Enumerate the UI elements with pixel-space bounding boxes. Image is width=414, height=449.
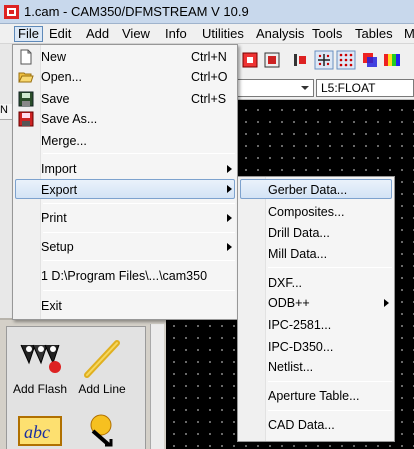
color-fill-icon[interactable] — [360, 50, 380, 70]
submenu-arrow-icon — [384, 299, 389, 307]
tool-panel: Add Flash Add Line abc — [0, 318, 166, 449]
export-item-mill-data[interactable]: Mill Data... — [240, 244, 392, 264]
add-text-icon: abc — [18, 416, 62, 446]
rainbow-icon[interactable] — [382, 50, 402, 70]
menu-separator — [43, 290, 235, 291]
submenu-arrow-icon — [227, 185, 232, 193]
menu-item-merge[interactable]: Merge... — [15, 131, 235, 151]
menu-tools[interactable]: Tools — [309, 26, 345, 42]
menu-item-import[interactable]: Import — [15, 159, 235, 179]
menu-analysis[interactable]: Analysis — [253, 26, 307, 42]
export-item-dxf[interactable]: DXF... — [240, 273, 392, 293]
export-item-cad-data[interactable]: CAD Data... — [240, 415, 392, 435]
stop-icon[interactable] — [240, 50, 260, 70]
save-as-icon — [18, 111, 34, 127]
menu-item-exit[interactable]: Exit — [15, 296, 235, 316]
menu-view[interactable]: View — [119, 26, 153, 42]
export-submenu: Gerber Data... Composites... Drill Data.… — [237, 176, 395, 442]
tool-add-polygon[interactable] — [71, 411, 133, 449]
menu-edit[interactable]: Edit — [46, 26, 74, 42]
menu-separator — [43, 232, 235, 233]
menu-item-setup[interactable]: Setup — [15, 237, 235, 257]
tool-add-flash[interactable]: Add Flash — [9, 339, 71, 396]
toolbar — [236, 44, 414, 76]
window-title: 1.cam - CAM350/DFMSTREAM V 10.9 — [24, 4, 249, 19]
export-item-ipc-d350[interactable]: IPC-D350... — [240, 337, 392, 357]
menu-file[interactable]: File — [14, 26, 43, 42]
tool-label: Add Line — [78, 382, 126, 396]
svg-text:abc: abc — [24, 422, 50, 442]
menu-separator — [268, 267, 392, 268]
tool-panel-inner: Add Flash Add Line abc — [6, 326, 146, 449]
export-item-drill-data[interactable]: Drill Data... — [240, 223, 392, 243]
tool-panel-scrollbar[interactable] — [150, 324, 164, 449]
menu-tables[interactable]: Tables — [352, 26, 396, 42]
export-item-aperture-table[interactable]: Aperture Table... — [240, 386, 392, 406]
menu-info[interactable]: Info — [162, 26, 190, 42]
submenu-arrow-icon — [227, 243, 232, 251]
menu-bar: File Edit Add View Info Utilities Analys… — [0, 24, 414, 44]
menu-separator — [43, 153, 235, 154]
file-menu: New Ctrl+N Open... Ctrl+O Save Ctrl+S Sa… — [12, 44, 238, 320]
export-item-ipc-2581[interactable]: IPC-2581... — [240, 315, 392, 335]
grid-dots-icon[interactable] — [336, 50, 356, 70]
menu-item-print[interactable]: Print — [15, 208, 235, 228]
menu-separator — [268, 381, 392, 382]
step-icon[interactable] — [290, 50, 310, 70]
new-file-icon — [20, 49, 32, 65]
layer-icon[interactable] — [262, 50, 282, 70]
tool-add-line[interactable]: Add Line — [71, 339, 133, 396]
menu-separator — [43, 260, 235, 261]
menu-item-open[interactable]: Open... Ctrl+O — [15, 67, 235, 87]
add-polygon-icon — [90, 414, 113, 447]
menu-item-recent-file[interactable]: 1 D:\Program Files\...\cam350 — [15, 266, 235, 286]
save-disk-icon — [18, 91, 34, 107]
chevron-down-icon — [301, 86, 309, 90]
app-icon — [4, 5, 19, 19]
tool-add-text[interactable]: abc — [9, 411, 71, 449]
export-item-gerber-data[interactable]: Gerber Data... — [240, 179, 392, 199]
submenu-arrow-icon — [227, 165, 232, 173]
menu-separator — [268, 410, 392, 411]
layer-selector[interactable] — [236, 79, 314, 97]
export-item-odb[interactable]: ODB++ — [240, 293, 392, 313]
menu-item-export[interactable]: Export — [15, 179, 235, 199]
menu-more[interactable]: M — [401, 26, 414, 42]
export-item-netlist[interactable]: Netlist... — [240, 357, 392, 377]
menu-add[interactable]: Add — [83, 26, 112, 42]
open-folder-icon — [18, 72, 34, 83]
add-line-icon — [84, 340, 120, 378]
submenu-arrow-icon — [227, 214, 232, 222]
layer-row: L5:FLOAT — [236, 76, 414, 100]
menu-item-save-as[interactable]: Save As... — [15, 109, 235, 129]
layer-combo[interactable]: L5:FLOAT — [316, 79, 414, 97]
menu-item-new[interactable]: New Ctrl+N — [15, 47, 235, 67]
menu-item-save[interactable]: Save Ctrl+S — [15, 89, 235, 109]
tool-label: Add Flash — [12, 382, 68, 396]
grid-snap-icon[interactable] — [314, 50, 334, 70]
add-flash-icon — [20, 344, 61, 373]
export-item-composites[interactable]: Composites... — [240, 202, 392, 222]
menu-utilities[interactable]: Utilities — [199, 26, 247, 42]
title-bar: 1.cam - CAM350/DFMSTREAM V 10.9 — [0, 0, 414, 24]
menu-separator — [43, 203, 235, 204]
